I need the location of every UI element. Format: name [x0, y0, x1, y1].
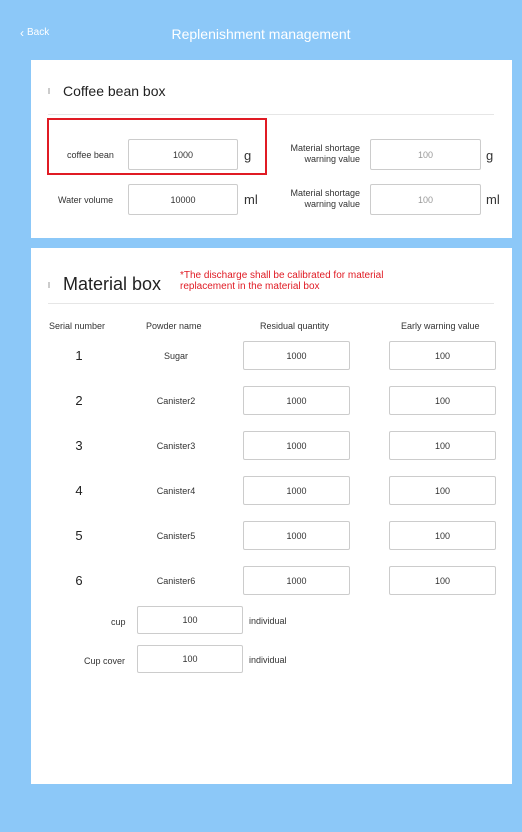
water-volume-unit: ml: [244, 192, 258, 207]
column-header-powder: Powder name: [146, 321, 202, 331]
water-warning-unit: ml: [486, 192, 500, 207]
row-warning-input[interactable]: 100: [389, 341, 496, 370]
header-bar: ‹ Back Replenishment management: [0, 0, 522, 60]
row-powder-name: Canister2: [156, 396, 196, 406]
bean-warning-input[interactable]: 100: [370, 139, 481, 170]
coffee-section-title: Coffee bean box: [63, 83, 166, 99]
page-title: Replenishment management: [171, 26, 351, 42]
bean-warning-unit: g: [486, 148, 494, 163]
row-serial: 2: [75, 393, 83, 408]
row-residual-input[interactable]: 1000: [243, 341, 350, 370]
cup-label: cup: [111, 617, 126, 627]
cup-cover-unit: individual: [249, 655, 287, 665]
cup-cover-label: Cup cover: [84, 656, 126, 666]
cup-unit: individual: [249, 616, 287, 626]
row-serial: 4: [75, 483, 83, 498]
row-residual-input[interactable]: 1000: [243, 476, 350, 505]
row-powder-name: Canister3: [156, 441, 196, 451]
column-header-residual: Residual quantity: [260, 321, 330, 331]
section-bullet-icon: [48, 282, 50, 288]
row-serial: 3: [75, 438, 83, 453]
water-warning-label: Material shortage warning value: [290, 188, 360, 209]
row-residual-input[interactable]: 1000: [243, 431, 350, 460]
calibration-note: *The discharge shall be calibrated for m…: [180, 270, 384, 292]
section-bullet-icon: [48, 88, 50, 94]
row-powder-name: Canister4: [156, 486, 196, 496]
row-warning-input[interactable]: 100: [389, 431, 496, 460]
row-residual-input[interactable]: 1000: [243, 521, 350, 550]
water-warning-input[interactable]: 100: [370, 184, 481, 215]
row-warning-input[interactable]: 100: [389, 386, 496, 415]
cup-input[interactable]: 100: [137, 606, 243, 634]
row-warning-input[interactable]: 100: [389, 521, 496, 550]
water-volume-label: Water volume: [58, 195, 114, 205]
material-box-panel: Material box Serial number Powder name R…: [31, 248, 512, 784]
material-section-title: Material box: [63, 274, 162, 294]
row-serial: 5: [75, 528, 83, 543]
row-warning-input[interactable]: 100: [389, 476, 496, 505]
row-warning-input[interactable]: 100: [389, 566, 496, 595]
coffee-bean-unit: g: [244, 148, 252, 163]
coffee-bean-panel: Coffee bean box coffee bean 1000 g Mater…: [31, 60, 512, 238]
coffee-bean-label: coffee bean: [67, 150, 114, 160]
section-divider: [48, 114, 494, 115]
column-header-warning: Early warning value: [401, 321, 480, 331]
water-volume-input[interactable]: 10000: [128, 184, 238, 215]
row-residual-input[interactable]: 1000: [243, 566, 350, 595]
row-residual-input[interactable]: 1000: [243, 386, 350, 415]
column-header-serial: Serial number: [49, 321, 106, 331]
row-powder-name: Sugar: [163, 351, 189, 361]
cup-cover-input[interactable]: 100: [137, 645, 243, 673]
row-serial: 6: [75, 573, 83, 588]
row-serial: 1: [75, 348, 83, 363]
row-powder-name: Canister5: [156, 531, 196, 541]
row-powder-name: Canister6: [156, 576, 196, 586]
coffee-bean-input[interactable]: 1000: [128, 139, 238, 170]
bean-warning-label: Material shortage warning value: [290, 143, 360, 164]
section-divider: [48, 303, 494, 304]
